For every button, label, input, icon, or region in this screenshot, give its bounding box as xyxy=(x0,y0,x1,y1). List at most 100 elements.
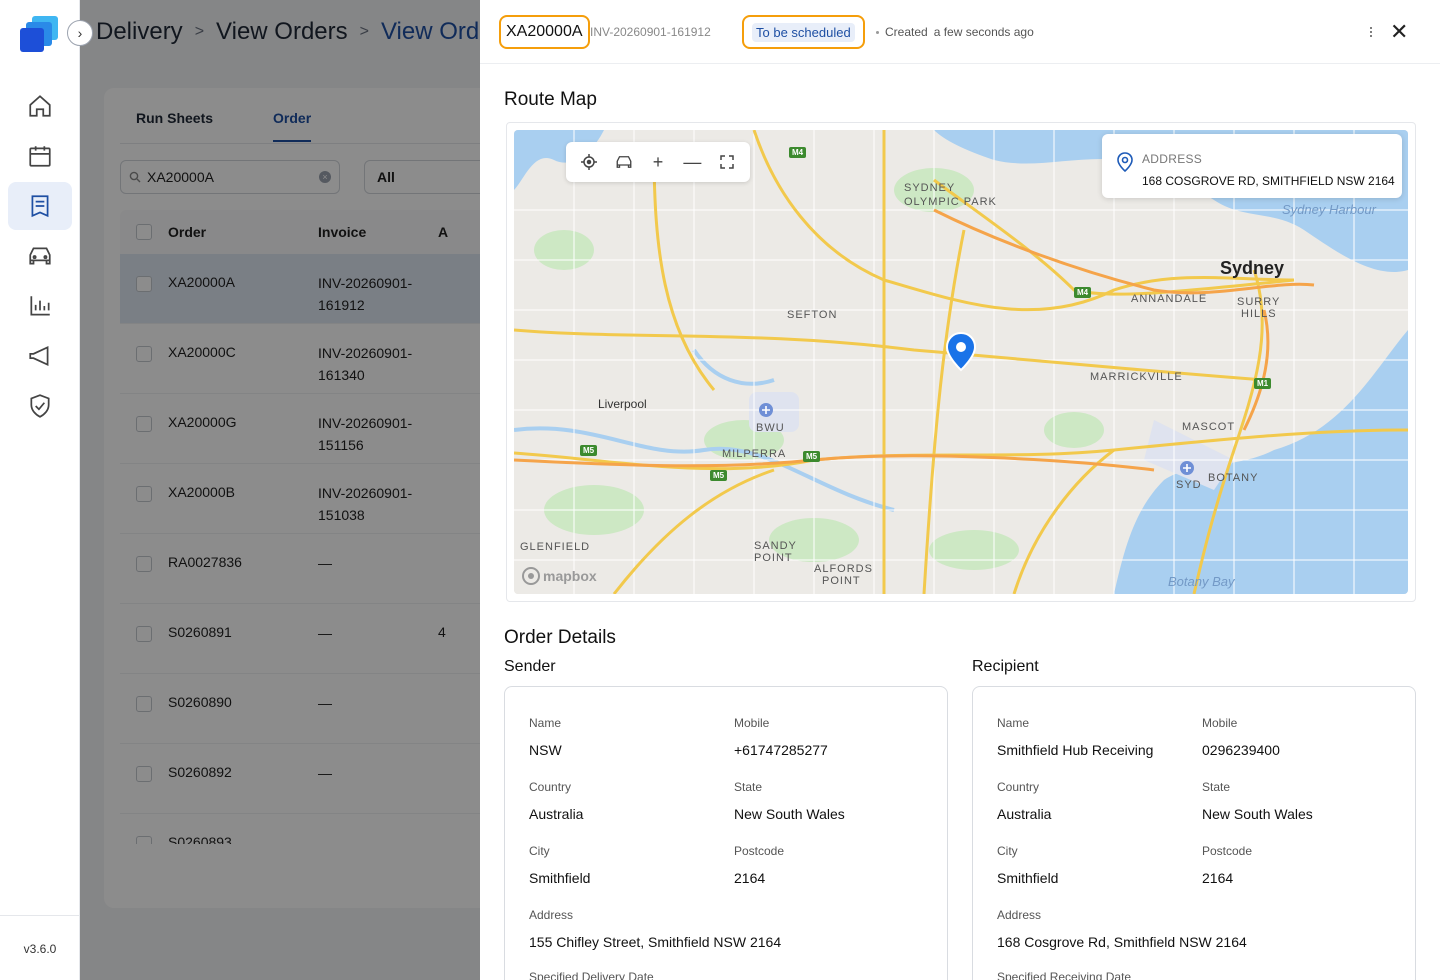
zoom-in-icon[interactable]: + xyxy=(647,151,669,173)
map-label-alfords-point-1: ALFORDS xyxy=(814,563,873,575)
sidebar-divider xyxy=(0,915,80,916)
recipient-name-field: Name Smithfield Hub Receiving xyxy=(997,716,1153,758)
nav-reports[interactable] xyxy=(8,282,72,330)
home-icon xyxy=(29,95,51,117)
field-label: City xyxy=(529,844,550,858)
mapbox-attribution[interactable]: mapbox xyxy=(522,567,597,585)
created-info: Created a few seconds ago xyxy=(876,25,1034,39)
map-address-card: ADDRESS 168 COSGROVE RD, SMITHFIELD NSW … xyxy=(1102,134,1402,198)
field-label: Postcode xyxy=(734,844,785,858)
map-label-sandy-point-1: SANDY xyxy=(754,540,797,552)
field-value: New South Wales xyxy=(1202,806,1313,822)
map-label-glenfield: GLENFIELD xyxy=(520,541,591,553)
field-value: Australia xyxy=(529,806,584,822)
field-label: Mobile xyxy=(734,716,770,730)
megaphone-icon xyxy=(29,345,49,367)
nav-home[interactable] xyxy=(8,82,72,130)
invoice-id: INV-20260901-161912 xyxy=(590,25,711,39)
field-label: State xyxy=(1202,780,1231,794)
sidebar: v3.6.0 xyxy=(0,0,80,980)
locate-icon[interactable] xyxy=(578,151,600,173)
order-id: XA20000A xyxy=(499,15,590,49)
sender-postcode-field: Postcode 2164 xyxy=(734,844,784,886)
map-label-sydney: Sydney xyxy=(1220,258,1285,278)
status-badge: To be scheduled xyxy=(742,15,865,49)
map-controls: + — xyxy=(566,142,750,182)
location-marker-icon[interactable] xyxy=(946,332,976,372)
field-value: 2164 xyxy=(1202,870,1234,886)
field-value: New South Wales xyxy=(734,806,845,822)
field-label: Address xyxy=(529,908,574,922)
map-label-mascot: MASCOT xyxy=(1182,421,1236,433)
map-label-liverpool: Liverpool xyxy=(598,397,647,411)
field-value: Smithfield xyxy=(997,870,1059,886)
field-value: 0296239400 xyxy=(1202,742,1280,758)
field-label: Name xyxy=(529,716,562,730)
app-logo[interactable] xyxy=(18,14,62,54)
route-map-container: SYDNEY OLYMPIC PARK Sydney Harbour Sydne… xyxy=(506,122,1416,602)
map-label-surry-hills-2: HILLS xyxy=(1241,308,1277,320)
map-label-bwu: BWU xyxy=(756,422,785,434)
recipient-title: Recipient xyxy=(972,658,1039,675)
field-label: City xyxy=(997,844,1018,858)
drawer-header: XA20000A INV-20260901-161912 To be sched… xyxy=(480,0,1440,64)
map-label-surry-hills-1: SURRY xyxy=(1237,296,1281,308)
road-badge-m1: M1 xyxy=(1254,378,1272,389)
field-value: +61747285277 xyxy=(734,742,828,758)
field-label: Specified Receiving Date xyxy=(997,970,1132,980)
field-label: Name xyxy=(997,716,1030,730)
field-value: Smithfield Hub Receiving xyxy=(997,742,1154,758)
sender-country-field: Country Australia xyxy=(529,780,583,822)
recipient-card: Name Smithfield Hub Receiving Mobile 02962… xyxy=(972,686,1416,980)
road-badge-m5: M5 xyxy=(580,445,598,456)
separator-dot xyxy=(876,30,879,34)
map-label-alfords-point-2: POINT xyxy=(822,575,861,587)
nav-calendar[interactable] xyxy=(8,132,72,180)
sender-mobile-field: Mobile +61747285277 xyxy=(734,716,828,758)
nav-orders[interactable] xyxy=(8,182,72,230)
field-label: Address xyxy=(997,908,1042,922)
sender-title: Sender xyxy=(504,658,556,675)
map-label-sydney-olympic-park-2: OLYMPIC PARK xyxy=(904,196,997,208)
order-detail-drawer: XA20000A INV-20260901-161912 To be sched… xyxy=(480,0,1440,980)
road-badge-m5: M5 xyxy=(710,470,728,481)
nav-security[interactable] xyxy=(8,382,72,430)
field-label: Country xyxy=(997,780,1040,794)
close-icon[interactable]: ✕ xyxy=(1390,21,1408,43)
car-icon[interactable] xyxy=(613,151,635,173)
field-value: 168 Cosgrove Rd, Smithfield NSW 2164 xyxy=(997,934,1247,950)
map-label-sandy-point-2: POINT xyxy=(754,552,793,564)
field-value: 155 Chifley Street, Smithfield NSW 2164 xyxy=(529,934,782,950)
airport-icon xyxy=(759,403,773,417)
map-label-milperra: MILPERRA xyxy=(722,448,787,460)
address-label: ADDRESS xyxy=(1142,152,1203,166)
sender-city-field: City Smithfield xyxy=(529,844,590,886)
status-text: To be scheduled xyxy=(752,22,855,42)
field-value: 2164 xyxy=(734,870,766,886)
created-label: Created xyxy=(885,25,928,39)
nav-announcements[interactable] xyxy=(8,332,72,380)
recipient-mobile-field: Mobile 0296239400 xyxy=(1202,716,1280,758)
address-value: 168 COSGROVE RD, SMITHFIELD NSW 2164 xyxy=(1142,174,1395,188)
route-map-title: Route Map xyxy=(504,89,597,110)
map-label-sefton: SEFTON xyxy=(787,309,838,321)
field-label: Postcode xyxy=(1202,844,1253,858)
nav-vehicles[interactable] xyxy=(8,232,72,280)
more-options-icon[interactable] xyxy=(1364,22,1378,42)
map-label-syd: SYD xyxy=(1176,479,1202,491)
expand-sidebar-button[interactable]: › xyxy=(67,20,93,46)
road-badge-m4: M4 xyxy=(1074,287,1092,298)
route-map[interactable]: SYDNEY OLYMPIC PARK Sydney Harbour Sydne… xyxy=(514,130,1408,594)
car-icon xyxy=(29,247,51,265)
fullscreen-icon[interactable] xyxy=(716,151,738,173)
recipient-country-field: Country Australia xyxy=(997,780,1051,822)
recipient-postcode-field: Postcode 2164 xyxy=(1202,844,1252,886)
field-value: Smithfield xyxy=(529,870,591,886)
field-label: Country xyxy=(529,780,572,794)
sender-name-field: Name NSW xyxy=(529,716,562,758)
zoom-out-icon[interactable]: — xyxy=(681,151,703,173)
airport-icon xyxy=(1180,461,1194,475)
recipient-date-field: Specified Receiving Date xyxy=(997,970,1131,980)
map-label-sydney-olympic-park-1: SYDNEY xyxy=(904,182,956,194)
calendar-icon xyxy=(29,146,51,167)
